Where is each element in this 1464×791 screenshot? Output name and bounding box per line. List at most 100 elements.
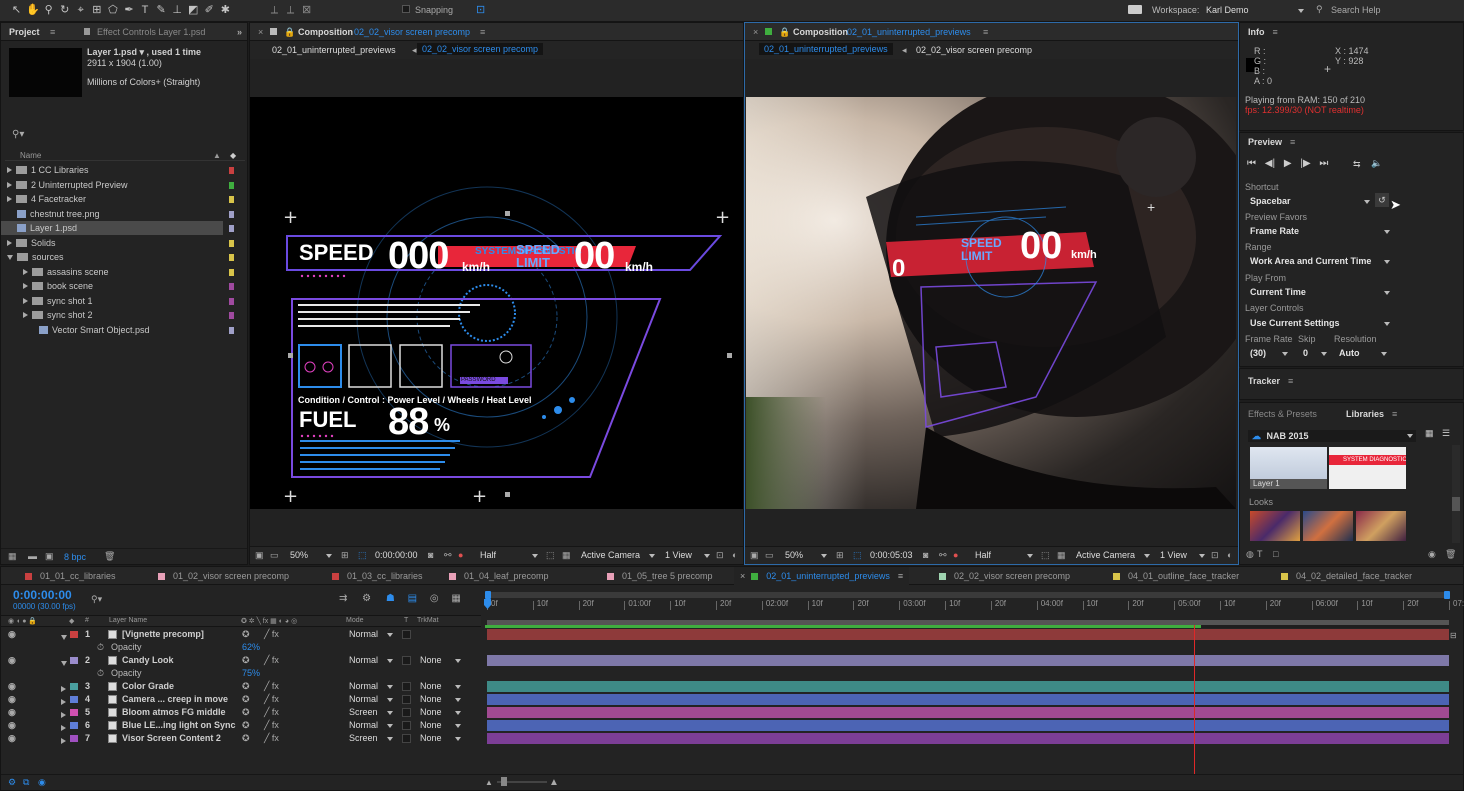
resolution-select[interactable]: Half	[480, 550, 538, 560]
toggle-pixel-aspect-icon[interactable]: ⊡	[716, 550, 724, 561]
project-item[interactable]: sync shot 2	[1, 308, 245, 322]
pen-tool-icon[interactable]: ✒	[122, 4, 135, 17]
blend-mode-select[interactable]: Screen	[349, 732, 397, 745]
channel-icon[interactable]: ●	[953, 550, 958, 560]
project-item[interactable]: 2 Uninterrupted Preview	[1, 178, 245, 192]
grid-view-icon[interactable]: ▦	[1425, 428, 1434, 439]
navigator-end-handle[interactable]	[1444, 591, 1450, 599]
layer-row[interactable]: ◉ 4 Camera ... creep in move ✪ ╱ fx Normal Non…	[1, 693, 481, 706]
layer-label-color[interactable]	[70, 735, 78, 742]
label-color-swatch[interactable]	[229, 239, 234, 247]
timeline-tab[interactable]: 01_01_cc_libraries	[25, 567, 116, 585]
world-axis-icon[interactable]: ⟂	[284, 4, 297, 17]
loop-icon[interactable]: ⇆	[1353, 159, 1361, 170]
preserve-transparency-checkbox[interactable]	[402, 734, 411, 743]
layer-duration-bar[interactable]	[487, 694, 1449, 705]
view-layout-select[interactable]: 1 View	[665, 550, 710, 560]
reset-exposure-icon[interactable]: ◐	[1227, 550, 1232, 560]
layer-name[interactable]: Bloom atmos FG middle	[122, 706, 226, 719]
reset-exposure-icon[interactable]: ◐	[732, 550, 737, 560]
stopwatch-icon[interactable]: ⏱	[97, 667, 104, 680]
resolution-select[interactable]: Auto	[1339, 347, 1387, 360]
expand-arrow-icon[interactable]	[7, 181, 12, 188]
stock-icon[interactable]: ◉	[1428, 549, 1436, 560]
blend-mode-select[interactable]: Normal	[349, 680, 397, 693]
track-matte-select[interactable]: None	[420, 732, 462, 745]
current-time[interactable]: 0:00:05:03	[870, 550, 913, 560]
type-tool-icon[interactable]: T	[139, 4, 152, 17]
zoom-in-icon[interactable]: ▲	[549, 777, 559, 788]
layer-duration-bar[interactable]	[487, 655, 1449, 666]
effect-controls-tab[interactable]: Effect Controls Layer 1.psd	[97, 23, 205, 41]
camera-tool-icon[interactable]: ⌖	[74, 4, 87, 17]
navigator-start-handle[interactable]	[485, 591, 491, 599]
label-color-swatch[interactable]	[229, 283, 234, 290]
label-column-icon[interactable]: ◆	[230, 151, 236, 160]
expand-arrow-icon[interactable]	[61, 735, 70, 748]
local-axis-icon[interactable]: ⟂	[268, 4, 281, 17]
expand-arrow-icon[interactable]	[23, 312, 28, 318]
project-item[interactable]: book scene	[1, 279, 245, 293]
look-thumbnail-3[interactable]	[1356, 511, 1406, 541]
view-layout-select[interactable]: 1 View	[1160, 550, 1205, 560]
comp2-name[interactable]: 02_01_uninterrupted_previews	[847, 23, 971, 41]
layer-label-color[interactable]	[70, 631, 78, 638]
zoom-out-icon[interactable]: ▲	[485, 778, 493, 787]
visibility-eye-icon[interactable]: ◉	[8, 680, 16, 693]
comp1-canvas[interactable]: + + + + SPEED 000 km/h SYSTEM DIAGNOSTIC SP…	[250, 97, 743, 509]
view-axis-icon[interactable]: ⊠	[300, 4, 313, 17]
project-search-icon[interactable]: ⚲▾	[12, 129, 24, 140]
library-select[interactable]: ☁ NAB 2015	[1248, 430, 1416, 442]
project-item[interactable]: Layer 1.psd	[1, 221, 234, 235]
hand-tool-icon[interactable]: ✋	[26, 4, 40, 17]
layer-controls-select[interactable]: Use Current Settings	[1250, 317, 1390, 330]
timeline-tab[interactable]: 04_02_detailed_face_tracker	[1281, 567, 1412, 585]
safe-zones-icon[interactable]: ⊞	[836, 550, 844, 561]
layer-name[interactable]: [Vignette precomp]	[122, 628, 204, 641]
snapshot-icon[interactable]: ◙	[923, 550, 928, 560]
layer-name[interactable]: Camera ... creep in move	[122, 693, 228, 706]
project-item[interactable]: Solids	[1, 236, 245, 250]
project-item[interactable]: 1 CC Libraries	[1, 163, 245, 177]
shy-switch-icon[interactable]: ✪	[242, 719, 250, 732]
reset-icon[interactable]: ↺	[1375, 193, 1389, 207]
layer-duration-bar[interactable]	[487, 629, 1449, 640]
preserve-transparency-checkbox[interactable]	[402, 695, 411, 704]
libraries-scrollbar[interactable]	[1452, 445, 1460, 543]
trash-icon[interactable]: 🗑	[104, 551, 115, 562]
layer-row[interactable]: ◉ 7 Visor Screen Content 2 ✪ ╱ fx Screen None	[1, 732, 481, 745]
timeline-tab[interactable]: 02_02_visor screen precomp	[939, 567, 1070, 585]
layer-label-color[interactable]	[70, 709, 78, 716]
track-matte-select[interactable]: None	[420, 680, 462, 693]
label-color-swatch[interactable]	[229, 268, 234, 276]
project-item[interactable]: sync shot 1	[1, 294, 245, 308]
region-of-interest-icon[interactable]: ⬚	[1041, 550, 1050, 561]
project-item[interactable]: assasins scene	[1, 265, 245, 279]
comp-flowchart-icon[interactable]: ⇉	[339, 593, 347, 604]
tracker-tab[interactable]: Tracker	[1248, 376, 1280, 386]
show-snapshot-icon[interactable]: ⚯	[444, 550, 452, 561]
timeline-search-icon[interactable]: ⚲▾	[91, 594, 102, 605]
zoom-slider-thumb[interactable]	[501, 777, 507, 786]
collapse-arrow-icon[interactable]	[7, 255, 13, 260]
layer-name[interactable]: Blue LE...ing light on Sync	[122, 719, 236, 732]
blend-mode-select[interactable]: Normal	[349, 628, 397, 641]
bpc-button[interactable]: 8 bpc	[64, 552, 86, 562]
add-graphic-icon[interactable]: □	[1273, 549, 1278, 559]
add-color-icon[interactable]: ◍	[1246, 549, 1254, 560]
effects-presets-tab[interactable]: Effects & Presets	[1248, 409, 1317, 419]
list-view-icon[interactable]: ☰	[1442, 428, 1450, 439]
shy-switch-icon[interactable]: ✪	[242, 732, 250, 745]
layer-duration-bar[interactable]	[487, 733, 1449, 744]
mask-visibility-icon[interactable]: ⬚	[358, 550, 367, 561]
shortcut-select[interactable]: Spacebar	[1250, 195, 1370, 208]
panel-menu-icon[interactable]: ≡	[480, 23, 485, 41]
expand-arrow-icon[interactable]	[23, 283, 28, 289]
shape-tool-icon[interactable]: ⬠	[106, 4, 119, 17]
toggle-modes-icon[interactable]: ⧉	[23, 777, 29, 788]
layer-row[interactable]: ◉ 1 [Vignette precomp] ✪ ╱ fx Normal	[1, 628, 481, 641]
selection-tool-icon[interactable]: ↖	[10, 4, 23, 17]
snapping-options-icon[interactable]: ⊡	[476, 3, 485, 16]
blend-mode-select[interactable]: Normal	[349, 693, 397, 706]
mask-visibility-icon[interactable]: ⬚	[853, 550, 862, 561]
